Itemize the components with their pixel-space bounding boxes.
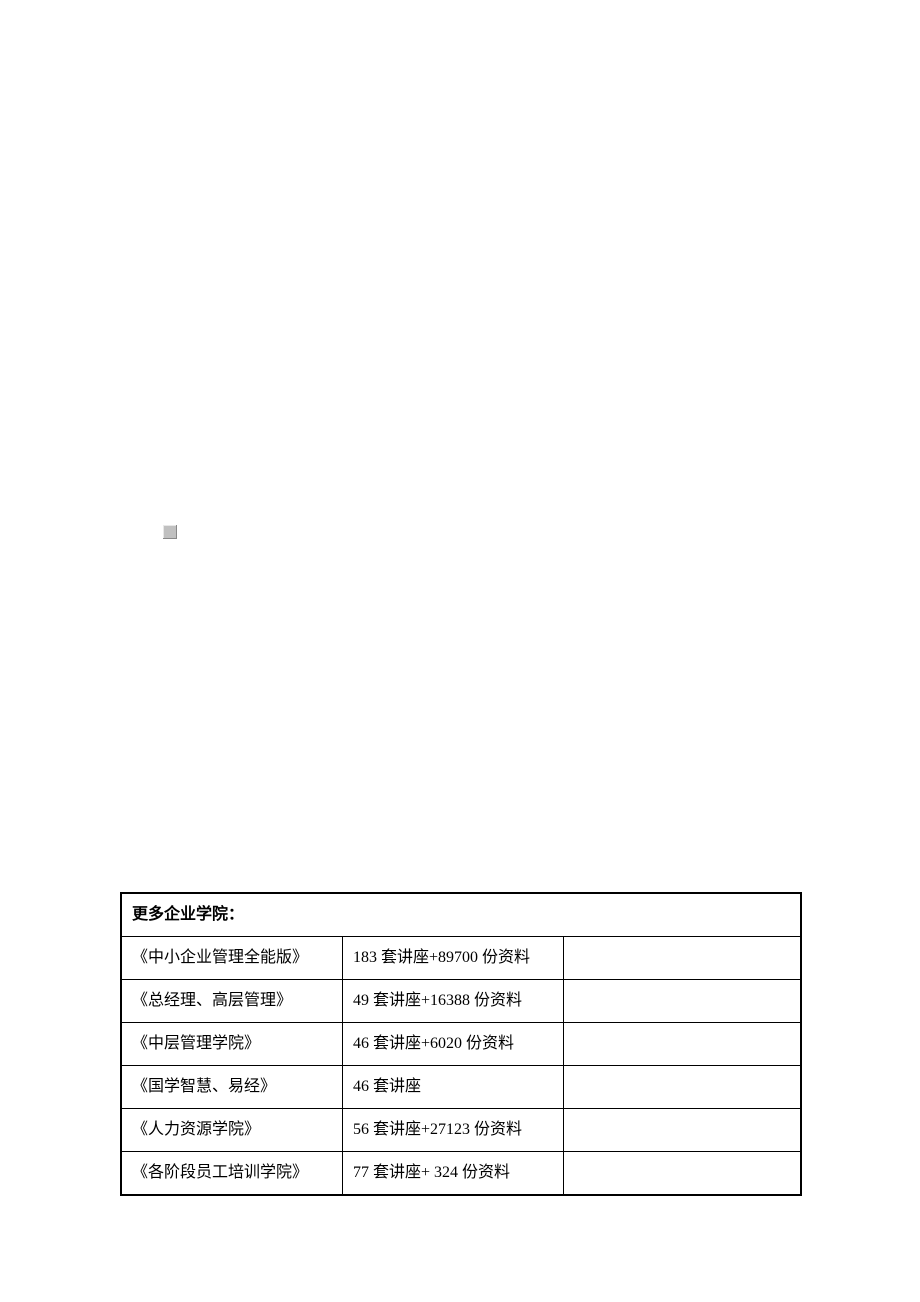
table-row: 《国学智慧、易经》 46 套讲座 xyxy=(122,1066,801,1109)
decorative-square-icon xyxy=(163,525,177,539)
table-row: 《中小企业管理全能版》 183 套讲座+89700 份资料 xyxy=(122,937,801,980)
course-detail: 183 套讲座+89700 份资料 xyxy=(343,937,564,980)
course-name: 《各阶段员工培训学院》 xyxy=(122,1152,343,1195)
course-detail: 56 套讲座+27123 份资料 xyxy=(343,1109,564,1152)
course-name: 《国学智慧、易经》 xyxy=(122,1066,343,1109)
course-name: 《中层管理学院》 xyxy=(122,1023,343,1066)
course-extra xyxy=(564,1109,801,1152)
table-row: 《人力资源学院》 56 套讲座+27123 份资料 xyxy=(122,1109,801,1152)
course-detail: 77 套讲座+ 324 份资料 xyxy=(343,1152,564,1195)
table-row: 《中层管理学院》 46 套讲座+6020 份资料 xyxy=(122,1023,801,1066)
course-extra xyxy=(564,1152,801,1195)
course-name: 《中小企业管理全能版》 xyxy=(122,937,343,980)
course-detail: 49 套讲座+16388 份资料 xyxy=(343,980,564,1023)
course-detail: 46 套讲座+6020 份资料 xyxy=(343,1023,564,1066)
college-table: 更多企业学院： 《中小企业管理全能版》 183 套讲座+89700 份资料 《总… xyxy=(120,892,802,1196)
course-name: 《人力资源学院》 xyxy=(122,1109,343,1152)
table-row: 《总经理、高层管理》 49 套讲座+16388 份资料 xyxy=(122,980,801,1023)
table-header: 更多企业学院： xyxy=(122,894,801,937)
table-header-row: 更多企业学院： xyxy=(122,894,801,937)
course-extra xyxy=(564,1023,801,1066)
course-name: 《总经理、高层管理》 xyxy=(122,980,343,1023)
course-extra xyxy=(564,937,801,980)
course-detail: 46 套讲座 xyxy=(343,1066,564,1109)
course-extra xyxy=(564,1066,801,1109)
course-extra xyxy=(564,980,801,1023)
table-row: 《各阶段员工培训学院》 77 套讲座+ 324 份资料 xyxy=(122,1152,801,1195)
